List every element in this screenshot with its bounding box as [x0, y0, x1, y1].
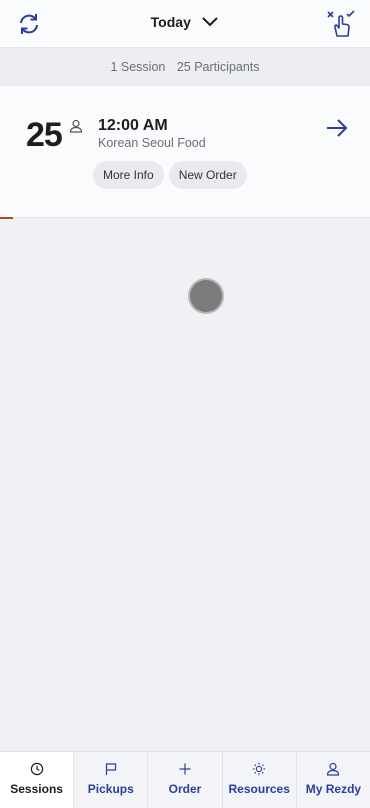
- date-label: Today: [150, 13, 191, 30]
- nav-my-rezdy[interactable]: My Rezdy: [295, 752, 370, 808]
- nav-sessions[interactable]: Sessions: [0, 752, 74, 808]
- top-header: Today: [0, 0, 370, 48]
- nav-order-label: Order: [168, 782, 202, 796]
- bottom-navigation: Sessions Pickups Order Resources My Rezd…: [0, 751, 370, 808]
- nav-order[interactable]: Order: [147, 752, 221, 808]
- nav-pickups-label: Pickups: [87, 782, 134, 796]
- nav-sessions-label: Sessions: [10, 782, 63, 796]
- nav-my-rezdy-label: My Rezdy: [305, 782, 362, 796]
- flag-icon: [105, 763, 116, 775]
- more-info-button[interactable]: More Info: [93, 161, 164, 189]
- arrow-right-icon[interactable]: [326, 119, 348, 137]
- session-time: 12:00 AM: [98, 117, 168, 134]
- new-order-button[interactable]: New Order: [168, 161, 247, 189]
- plus-icon: [179, 763, 191, 775]
- session-summary: 1 Session 25 Participants: [0, 48, 370, 86]
- participant-count: 25: [26, 116, 63, 154]
- user-icon: [327, 762, 340, 776]
- app-root: Today 1 Session 25 Participants 25 12:00…: [0, 0, 370, 808]
- person-icon: [69, 119, 83, 133]
- multi-select-hand-icon[interactable]: [326, 9, 356, 39]
- session-product-name: Korean Seoul Food: [98, 136, 206, 150]
- date-selector[interactable]: Today: [0, 13, 370, 31]
- nav-resources-label: Resources: [228, 782, 290, 796]
- session-actions: More Info New Order: [93, 161, 247, 189]
- chevron-down-icon: [202, 17, 219, 27]
- loading-progress-bar: [0, 217, 13, 219]
- nav-resources[interactable]: Resources: [221, 752, 296, 808]
- participant-count-text: 25 Participants: [176, 60, 260, 74]
- sun-icon: [253, 762, 266, 776]
- nav-pickups[interactable]: Pickups: [73, 752, 147, 808]
- session-count-text: 1 Session: [110, 60, 166, 74]
- loading-spinner: [190, 280, 222, 312]
- clock-icon: [30, 762, 43, 776]
- session-card[interactable]: 25 12:00 AM Korean Seoul Food More Info …: [0, 86, 370, 218]
